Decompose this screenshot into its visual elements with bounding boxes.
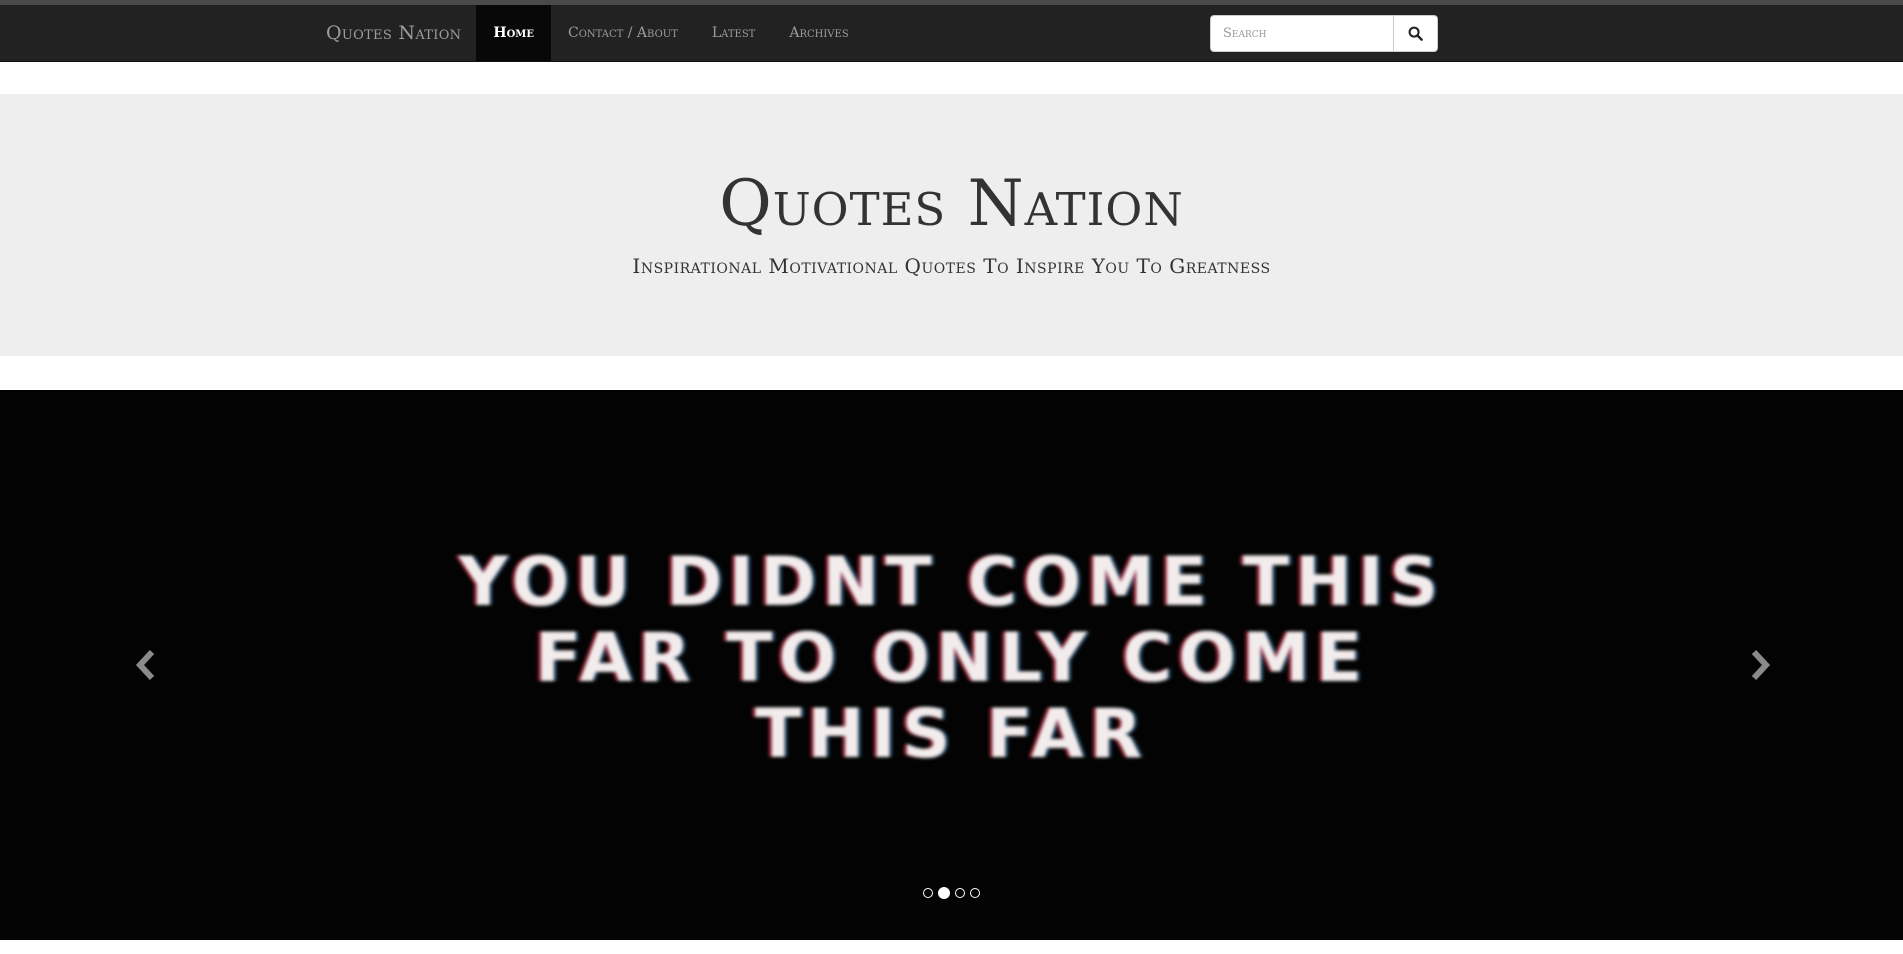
slide-quote-line: FAR TO ONLY COME: [534, 619, 1369, 698]
slide-quote-image: YOU DIDNT COME THIS FAR TO ONLY COME THI…: [0, 545, 1903, 773]
search-button[interactable]: [1394, 15, 1438, 52]
image-carousel: YOU DIDNT COME THIS FAR TO ONLY COME THI…: [0, 390, 1903, 940]
navbar-inner: Quotes Nation Home Contact / About Lates…: [311, 5, 866, 61]
search-form: [1210, 15, 1438, 52]
search-input[interactable]: [1210, 15, 1394, 52]
nav-home[interactable]: Home: [476, 5, 551, 61]
chevron-left-icon: [135, 649, 155, 681]
search-icon: [1408, 26, 1423, 41]
nav-archives[interactable]: Archives: [772, 5, 865, 61]
site-tagline: Inspirational Motivational Quotes To Ins…: [632, 254, 1271, 278]
nav-contact-about[interactable]: Contact / About: [551, 5, 695, 61]
nav-latest[interactable]: Latest: [695, 5, 772, 61]
carousel-prev-button[interactable]: [126, 640, 166, 690]
chevron-right-icon: [1751, 649, 1771, 681]
top-navbar: Quotes Nation Home Contact / About Lates…: [0, 5, 1903, 62]
carousel-indicator[interactable]: [923, 888, 933, 898]
carousel-indicator[interactable]: [955, 888, 965, 898]
carousel-indicator[interactable]: [938, 887, 950, 899]
nav-links: Home Contact / About Latest Archives: [476, 5, 865, 61]
brand-link[interactable]: Quotes Nation: [311, 5, 476, 61]
carousel-next-button[interactable]: [1740, 640, 1780, 690]
carousel-indicators: [0, 887, 1903, 899]
carousel-indicator[interactable]: [970, 888, 980, 898]
slide-quote-line: THIS FAR: [755, 695, 1148, 774]
site-title: Quotes Nation: [719, 167, 1184, 241]
hero-jumbotron: Quotes Nation Inspirational Motivational…: [0, 94, 1903, 356]
slide-quote-line: YOU DIDNT COME THIS: [458, 543, 1445, 622]
